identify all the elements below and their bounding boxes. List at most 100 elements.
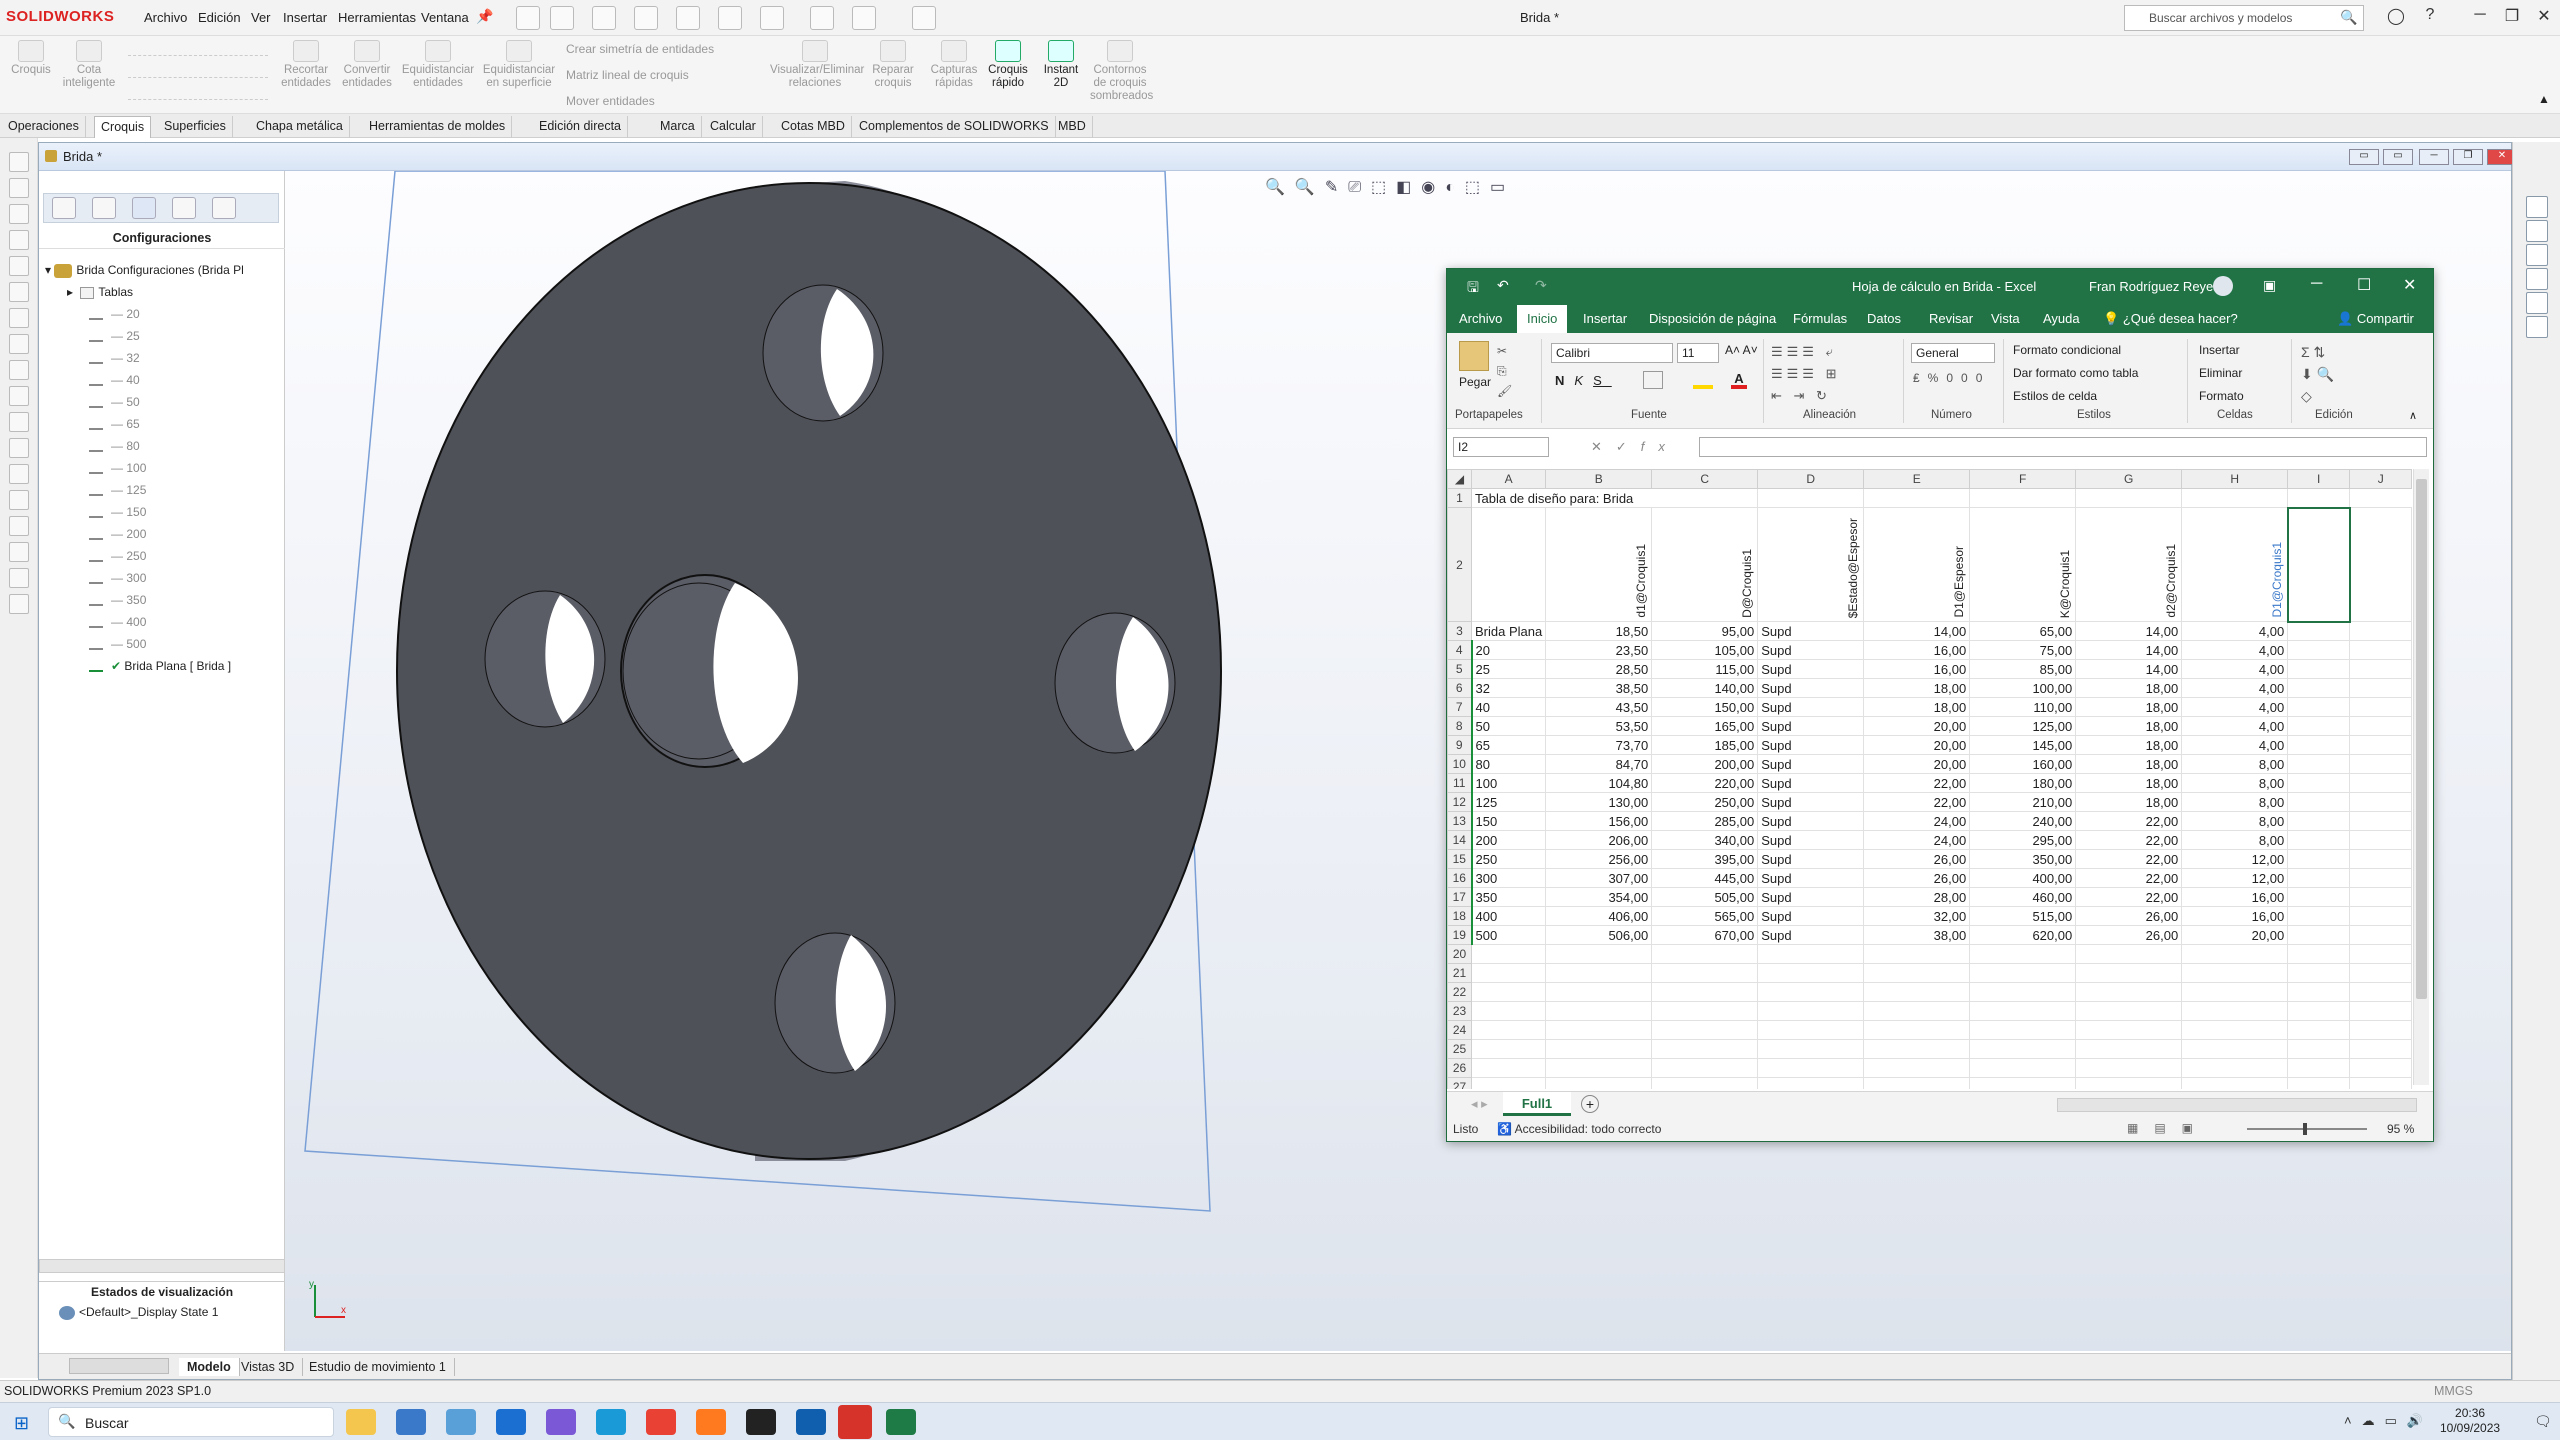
cell[interactable] bbox=[1545, 1058, 1653, 1078]
column-header[interactable]: F bbox=[1969, 469, 2077, 489]
cell[interactable] bbox=[2287, 754, 2351, 774]
cell[interactable]: 240,00 bbox=[1969, 811, 2077, 831]
menu-edicion[interactable]: Edición bbox=[198, 10, 241, 25]
new-icon[interactable] bbox=[550, 6, 574, 30]
cell[interactable] bbox=[2075, 963, 2183, 983]
cell[interactable] bbox=[2349, 1058, 2413, 1078]
tab-marca[interactable]: Marca bbox=[654, 116, 702, 138]
cell[interactable] bbox=[2181, 982, 2289, 1002]
cell[interactable]: 4,00 bbox=[2181, 678, 2289, 698]
header-cell[interactable]: D1@Croquis1 bbox=[2181, 507, 2289, 622]
cell[interactable]: 16,00 bbox=[2181, 887, 2289, 907]
cell[interactable] bbox=[1470, 1077, 1547, 1089]
home-icon[interactable] bbox=[516, 6, 540, 30]
tab-mbd[interactable]: MBD bbox=[1052, 116, 1093, 138]
formula-buttons[interactable]: ✕✓fx bbox=[1591, 439, 1679, 455]
bolt-hole[interactable] bbox=[484, 590, 606, 728]
cell[interactable] bbox=[1969, 963, 2077, 983]
cell[interactable]: 445,00 bbox=[1651, 868, 1759, 888]
cell[interactable] bbox=[2349, 716, 2413, 736]
selected-cell[interactable] bbox=[2286, 506, 2351, 623]
cell[interactable]: 65,00 bbox=[1969, 621, 2077, 641]
search-icon[interactable]: 🔍 bbox=[2340, 9, 2357, 26]
convert-entities-button[interactable]: Convertir entidades bbox=[336, 40, 398, 90]
cell[interactable] bbox=[2181, 1077, 2289, 1089]
row-header[interactable]: 9 bbox=[1447, 735, 1472, 755]
font-color-icon[interactable]: A bbox=[1731, 371, 1747, 389]
column-header[interactable]: G bbox=[2075, 469, 2183, 489]
cell[interactable]: 8,00 bbox=[2181, 773, 2289, 793]
cell[interactable] bbox=[1969, 1077, 2077, 1089]
cell[interactable]: 300 bbox=[1470, 868, 1547, 888]
cell[interactable] bbox=[2349, 963, 2413, 983]
app-icon[interactable] bbox=[746, 1409, 776, 1435]
cell[interactable]: 73,70 bbox=[1545, 735, 1653, 755]
cell[interactable]: 210,00 bbox=[1969, 792, 2077, 812]
app-icon[interactable] bbox=[446, 1409, 476, 1435]
options-gear-icon[interactable] bbox=[912, 6, 936, 30]
conditional-format-button[interactable]: Formato condicional bbox=[2013, 343, 2121, 357]
cell[interactable] bbox=[2287, 963, 2351, 983]
cell[interactable]: 18,00 bbox=[2075, 678, 2183, 698]
cell[interactable] bbox=[1470, 944, 1547, 964]
cell[interactable]: 400,00 bbox=[1969, 868, 2077, 888]
minimize-icon[interactable]: ─ bbox=[2311, 275, 2322, 293]
cell[interactable]: 16,00 bbox=[2181, 906, 2289, 926]
cell[interactable]: 8,00 bbox=[2181, 811, 2289, 831]
row-header[interactable]: 7 bbox=[1447, 697, 1472, 717]
cell[interactable] bbox=[2181, 1020, 2289, 1040]
display-state-item[interactable]: <Default>_Display State 1 bbox=[59, 1305, 218, 1320]
cell[interactable]: Supd bbox=[1757, 621, 1865, 641]
rapid-sketch-button[interactable]: Croquis rápido bbox=[986, 40, 1030, 90]
cell[interactable]: Supd bbox=[1757, 773, 1865, 793]
config-item[interactable]: — 250 bbox=[89, 549, 146, 571]
undo-icon[interactable] bbox=[718, 6, 742, 30]
cell[interactable] bbox=[2349, 678, 2413, 698]
cell[interactable] bbox=[2075, 944, 2183, 964]
cell[interactable]: 206,00 bbox=[1545, 830, 1653, 850]
cell[interactable] bbox=[2075, 488, 2183, 508]
cell[interactable]: 8,00 bbox=[2181, 754, 2289, 774]
appearances-icon[interactable] bbox=[2526, 292, 2548, 314]
cell[interactable]: Brida Plana bbox=[1470, 621, 1547, 641]
cell[interactable]: 85,00 bbox=[1969, 659, 2077, 679]
config-item[interactable]: — 200 bbox=[89, 527, 146, 549]
config-item-active[interactable]: ✔ Brida Plana [ Brida ] bbox=[89, 659, 231, 681]
font-size-select[interactable]: 11 bbox=[1677, 343, 1719, 363]
cell[interactable]: 50 bbox=[1470, 716, 1547, 736]
cell[interactable] bbox=[2287, 944, 2351, 964]
tab-disposicion[interactable]: Disposición de página bbox=[1649, 311, 1776, 326]
tables-node[interactable]: ▸ Tablas bbox=[67, 285, 133, 307]
cell[interactable]: 250 bbox=[1470, 849, 1547, 869]
cell[interactable] bbox=[1470, 963, 1547, 983]
tool-icon[interactable] bbox=[9, 516, 29, 536]
cell[interactable]: 125,00 bbox=[1969, 716, 2077, 736]
cell[interactable]: 110,00 bbox=[1969, 697, 2077, 717]
cell[interactable] bbox=[2287, 811, 2351, 831]
cell[interactable] bbox=[1651, 1001, 1759, 1021]
row-header[interactable]: 6 bbox=[1447, 678, 1472, 698]
cell[interactable] bbox=[1757, 963, 1865, 983]
row-header[interactable]: 23 bbox=[1447, 1001, 1472, 1021]
cell[interactable] bbox=[1545, 1001, 1653, 1021]
row-header[interactable]: 17 bbox=[1447, 887, 1472, 907]
cell[interactable]: Supd bbox=[1757, 849, 1865, 869]
sheet-table[interactable]: ◢ A B C D E F G H I J 1 Tabla de diseño para: Brida… bbox=[1447, 469, 2413, 1089]
cell[interactable]: 38,00 bbox=[1863, 925, 1971, 945]
cell[interactable] bbox=[2349, 944, 2413, 964]
cell[interactable]: 4,00 bbox=[2181, 716, 2289, 736]
config-item[interactable]: — 500 bbox=[89, 637, 146, 659]
tool-icon[interactable] bbox=[9, 308, 29, 328]
cell[interactable] bbox=[1757, 1001, 1865, 1021]
redo-icon[interactable] bbox=[760, 6, 784, 30]
cell[interactable]: 140,00 bbox=[1651, 678, 1759, 698]
cell[interactable]: 18,50 bbox=[1545, 621, 1653, 641]
cell[interactable]: 24,00 bbox=[1863, 811, 1971, 831]
cell[interactable]: 115,00 bbox=[1651, 659, 1759, 679]
zoom-slider[interactable] bbox=[2247, 1123, 2367, 1135]
cell[interactable] bbox=[1757, 1039, 1865, 1059]
cell[interactable]: 350,00 bbox=[1969, 849, 2077, 869]
share-button[interactable]: 👤 Compartir bbox=[2337, 311, 2414, 327]
cell[interactable]: 100 bbox=[1470, 773, 1547, 793]
horizontal-scrollbar[interactable] bbox=[39, 1259, 285, 1273]
